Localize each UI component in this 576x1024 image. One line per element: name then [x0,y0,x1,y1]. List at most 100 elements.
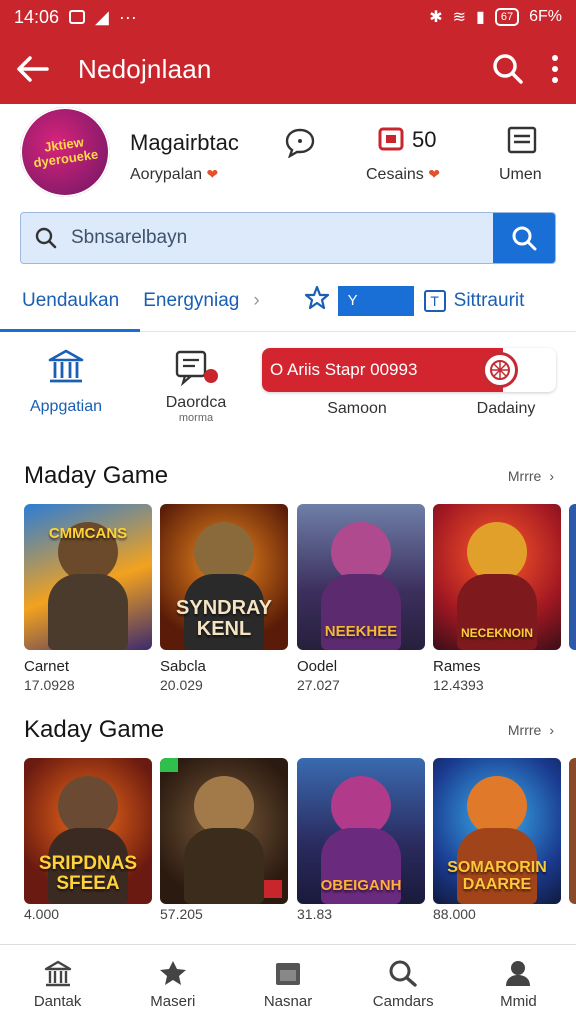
more-label: Mrrre [507,722,542,738]
search-button[interactable] [493,213,555,263]
search-icon [389,960,417,987]
action-sublabel: morma [178,412,214,424]
profile-subtitle: Aorypalan [130,166,203,183]
star-icon[interactable] [304,285,330,316]
back-arrow-icon[interactable] [16,55,50,83]
ball-icon [482,352,518,388]
person-icon [506,961,531,986]
action-label: Appgatian [29,398,103,415]
game-card[interactable]: SOMARORIN DAARRE 88.000 [433,758,561,922]
game-art-title: SOMARORIN DAARRE [447,859,547,894]
search-icon [21,226,71,250]
game-count: 20.029 [160,677,203,693]
right-label: Umen [499,166,542,183]
promo-text: O Ariis Stapr 00993 [270,360,418,379]
bluetooth-icon: ✱ [429,9,443,26]
chevron-right-icon[interactable]: › [253,290,259,312]
badge-icon [264,880,282,898]
promo-banner[interactable]: O Ariis Stapr 00993 [262,348,556,392]
action-samoon[interactable]: Samoon [310,388,404,418]
game-card[interactable]: SYNDRAY KENL Sabcla 20.029 [160,504,288,693]
game-card[interactable]: 57.205 [160,758,288,922]
stat-label: Cesains [366,166,424,183]
profile-header: Jktiew dyeroueke Magairbtac Aorypalan ❤ … [0,104,576,200]
document-icon[interactable] [507,126,537,159]
game-count: 17.0928 [24,677,75,693]
game-card[interactable]: NEEKHEE Oodel 27.027 [297,504,425,693]
tab-y[interactable]: Y [337,285,414,316]
stat-block[interactable]: 50 [378,126,436,154]
nav-camdars[interactable]: Camdars [346,945,461,1024]
game-thumbnail: OBEIGANH [297,758,425,904]
action-daordca[interactable]: Daordca morma [150,348,242,424]
tab-uendaukan[interactable]: Uendaukan [22,290,119,312]
action-appgatian[interactable]: Appgatian [20,348,112,416]
game-art-title: CMMCANS [48,525,128,542]
card-peek [569,758,576,904]
game-thumbnail: CMMCANS [24,504,152,650]
bank-icon [48,349,84,383]
nav-nasnar[interactable]: Nasnar [230,945,345,1024]
chevron-right-icon: › [549,722,554,738]
game-count: 27.027 [297,677,340,693]
action-label: Dadainy [476,400,536,417]
nav-label: Mmid [500,993,537,1010]
game-thumbnail: NECEKNOIN [433,504,561,650]
game-count: 57.205 [160,906,203,922]
chat-icon[interactable] [284,126,316,163]
game-card[interactable]: SRIPDNAS SFEEA 4.000 [24,758,152,922]
game-count: 12.4393 [433,677,484,693]
tab-bar: Uendaukan Energyniag › Y T Sittraurit [0,270,576,332]
tab-energyniag[interactable]: Energyniag [143,290,239,312]
action-dadainy[interactable]: Dadainy [460,388,552,418]
game-count: 31.83 [297,906,333,922]
nav-dantak[interactable]: Dantak [0,945,115,1024]
dots-icon: ··· [118,6,137,27]
game-count: 4.000 [24,906,60,922]
search-icon[interactable] [492,53,524,85]
more-label: Mrrre [507,468,542,484]
game-art-title: NEEKHEE [324,623,398,641]
search-icon [512,226,537,251]
game-card[interactable]: NECEKNOIN Rames 12.4393 [433,504,561,693]
game-count: 88.000 [433,906,476,922]
game-name: Oodel [297,658,338,675]
active-tab-indicator [0,329,140,332]
star-badge-icon [159,961,186,985]
game-card[interactable]: OBEIGANH 31.83 [297,758,425,922]
home-icon [44,960,71,987]
tab-sittraurit[interactable]: Sittraurit [454,290,525,312]
game-thumbnail: NEEKHEE [297,504,425,650]
nav-maseri[interactable]: Maseri [115,945,230,1024]
notification-icon [69,10,86,24]
game-art-title: SRIPDNAS SFEEA [38,853,138,895]
game-thumbnail: SRIPDNAS SFEEA [24,758,152,904]
game-name: Sabcla [160,658,206,675]
game-art-title: NECEKNOIN [460,626,533,641]
signal-icon: ◢ [95,6,109,27]
calendar-icon [276,963,300,985]
game-name: Carnet [24,658,70,675]
more-link[interactable]: Mrrre › [508,722,554,738]
nav-mmid[interactable]: Mmid [461,945,576,1024]
search-bar[interactable]: Sbnsarelbayn [20,212,556,264]
status-time: 14:06 [14,6,60,27]
profile-subtitle-wrap: Aorypalan ❤ [130,166,218,184]
stat-label-wrap: Cesains ❤ [366,166,440,184]
avatar[interactable]: Jktiew dyeroueke [20,107,110,197]
stat-count: 50 [412,127,437,152]
game-thumbnail [160,758,288,904]
video-icon [378,127,404,151]
more-vert-icon[interactable] [550,54,560,84]
tab-box-icon[interactable]: T [423,289,446,312]
nav-label: Maseri [150,993,196,1010]
chevron-right-icon: › [549,468,554,484]
game-card[interactable]: CMMCANS Carnet 17.0928 [24,504,152,693]
more-link[interactable]: Mrrre › [508,468,554,484]
heart-icon: ❤ [428,166,440,182]
game-art-title: SYNDRAY KENL [176,597,272,640]
cell-signal-icon: ▮ [476,9,485,26]
search-input[interactable]: Sbnsarelbayn [71,227,187,249]
game-thumbnail: SYNDRAY KENL [160,504,288,650]
section-title: Maday Game [24,462,169,489]
